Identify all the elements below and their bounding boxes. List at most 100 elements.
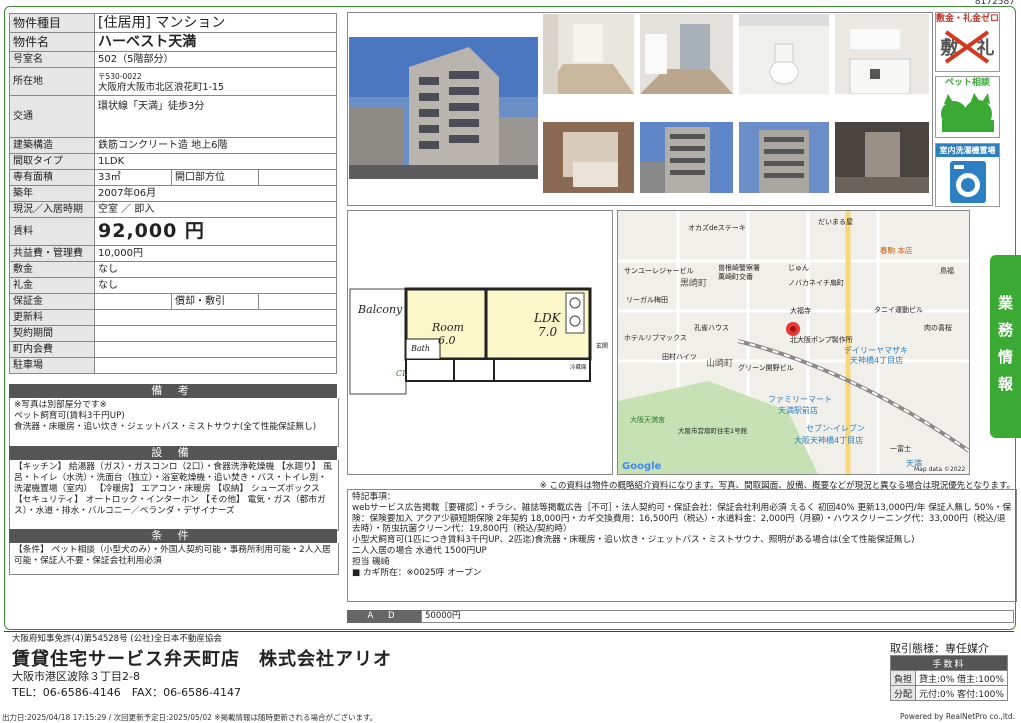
- map-label: 大阪天神橋4丁目店: [794, 436, 864, 445]
- company-contact: TEL：06-6586-4146 FAX：06-6586-4147: [12, 686, 242, 699]
- kitchen-photo[interactable]: [835, 14, 929, 94]
- fee-header: 手数料: [890, 655, 1008, 671]
- trade-form: 取引態様：専任媒介: [890, 642, 989, 655]
- google-logo: Google: [622, 461, 662, 472]
- row-label: 敷金: [9, 261, 95, 278]
- row-label: 保証金: [9, 293, 95, 310]
- fee-key: 負担: [889, 670, 917, 686]
- address: 〒530-0022 大阪府大阪市北区浪花町1-15: [94, 67, 337, 96]
- map-attribution: Map data ©2022: [914, 466, 966, 473]
- map-label: サンユーレジャービル: [624, 267, 694, 275]
- row-label: 駐車場: [9, 357, 95, 374]
- map-label: 孔雀ハウス: [694, 324, 729, 332]
- map-area-label: 黒崎町: [680, 279, 708, 289]
- no-deposit-badge: 敷金・礼金ゼロ 敷・礼: [935, 12, 1000, 72]
- room-label-balcony: Balcony: [358, 303, 403, 316]
- amortization: [258, 293, 337, 310]
- exterior-photo-3[interactable]: [739, 122, 829, 193]
- deposit: なし: [94, 261, 337, 278]
- setsubi-text: 【キッチン】 給湯器（ガス）・ガスコンロ（2口）・食器洗浄乾燥機 【水廻り】 風…: [9, 460, 339, 531]
- map-label: セブン-イレブン: [806, 424, 865, 433]
- no-deposit-icon: 敷・礼: [936, 26, 999, 68]
- tab-char: 情: [997, 348, 1013, 366]
- rent: 92,000 円: [94, 217, 337, 246]
- status: 空室 ／ 即入: [94, 201, 337, 218]
- row-label: 町内会費: [9, 341, 95, 358]
- fee-value: 元付:0% 客付:100%: [915, 685, 1008, 701]
- property-table: 物件種目 [住居用] マンション 物件名 ハーベスト天満 号室名 502（5階部分） …: [9, 13, 337, 374]
- toilet-photo[interactable]: [739, 14, 829, 94]
- map-label: じゅん: [788, 264, 809, 272]
- output-date: 出力日:2025/04/18 17:15:29 / 次回更新予定日:2025/0…: [2, 713, 378, 722]
- room-number: 502（5階部分）: [94, 51, 337, 68]
- key-money: なし: [94, 277, 337, 294]
- floor-area: 33㎡: [94, 169, 172, 186]
- row-label: 物件名: [9, 32, 95, 52]
- room-size-room: 6.0: [438, 334, 456, 347]
- room-label-closet: CL: [396, 369, 408, 378]
- row-label: 物件種目: [9, 13, 95, 33]
- map-label: だいまる屋: [818, 218, 853, 226]
- building-exterior-photo[interactable]: [349, 37, 538, 179]
- floor-plan[interactable]: Balcony Room 6.0 LDK 7.0 Bath CL 玄関 冷蔵庫: [347, 210, 613, 475]
- pet-badge: ペット相談: [935, 76, 1000, 138]
- washing-machine-icon: [950, 161, 986, 203]
- bathroom-photo[interactable]: [543, 122, 634, 193]
- tab-char: 務: [997, 321, 1013, 339]
- badge-label: 敷金・礼金ゼロ: [936, 14, 1000, 24]
- fee-table: 手数料 負担 貸主:0% 借主:100% 分配 元付:0% 客付:100%: [889, 655, 1008, 701]
- business-info-tab[interactable]: 業 務 情 報: [990, 255, 1021, 438]
- row-label: 契約期間: [9, 325, 95, 342]
- row-label: 現況／入居時期: [9, 201, 95, 218]
- fee-value: 貸主:0% 借主:100%: [915, 670, 1008, 686]
- row-label: 交通: [9, 95, 95, 138]
- exterior-photo-2[interactable]: [640, 122, 733, 193]
- property-name: ハーベスト天満: [94, 32, 337, 52]
- map-label: 萬崎町交番: [718, 273, 753, 281]
- room-label-fridge: 冷蔵庫: [570, 365, 587, 371]
- entrance-photo[interactable]: [835, 122, 929, 193]
- opening-direction: [258, 169, 337, 186]
- interior-photo-2[interactable]: [640, 14, 733, 94]
- property-type: [住居用] マンション: [94, 13, 337, 33]
- renewal-fee: [94, 309, 337, 326]
- map-label: オカズdeステーキ: [688, 224, 746, 232]
- interior-photo-1[interactable]: [543, 14, 634, 94]
- tab-char: 業: [997, 294, 1013, 312]
- map-label: タニイ運動ビル: [874, 306, 923, 314]
- row-label: 所在地: [9, 67, 95, 96]
- map-label: 北大阪ポンプ製作所: [790, 336, 853, 344]
- listing-id: 8172587: [974, 0, 1015, 7]
- location-map[interactable]: オカズdeステーキ だいまる屋 春駒 本店 鳥福 曽根崎警察署 萬崎町交番 サン…: [617, 210, 970, 475]
- ad-label: A D: [347, 610, 421, 623]
- map-area-label: 山崎町: [706, 359, 734, 369]
- management-fee: 10,000円: [94, 245, 337, 262]
- biko-text: ※写真は別部屋分です※ ペット飼育可(賃料3千円UP) 食洗器・床暖房・追い炊き…: [9, 398, 339, 447]
- layout-type: 1LDK: [94, 153, 337, 170]
- ad-row: A D 50000円: [347, 610, 1015, 623]
- opening-direction-label: 開口部方位: [171, 169, 259, 186]
- joken-text: 【条件】 ペット相談（小型犬のみ）・外国人契約可能・事務所利用可能・2人入居可能…: [9, 543, 339, 575]
- map-label: 大阪市営扇町住宅1号館: [678, 427, 748, 435]
- powered-by: Powered by RealNetPro co.,ltd.: [900, 712, 1015, 721]
- map-label: 一富士: [890, 445, 911, 453]
- biko-header: 備 考: [9, 384, 337, 398]
- row-label: 更新料: [9, 309, 95, 326]
- row-label: 間取タイプ: [9, 153, 95, 170]
- map-label: ファミリーマート: [768, 395, 832, 404]
- map-label: 大福寺: [790, 307, 811, 315]
- badge-label: 室内洗濯機置場: [936, 144, 999, 157]
- map-label: リーガル梅田: [626, 296, 668, 304]
- community-fee: [94, 341, 337, 358]
- transport: 環状線「天満」徒歩3分: [94, 95, 337, 138]
- room-label-bath: Bath: [411, 344, 431, 353]
- room-label-entrance: 玄関: [596, 343, 609, 350]
- pet-icon: [941, 93, 994, 132]
- map-label: 天満駅前店: [778, 406, 818, 415]
- map-label: 大阪天満宮: [630, 416, 665, 424]
- map-label: 田村ハイツ: [662, 353, 697, 361]
- parking: [94, 357, 337, 374]
- row-label: 号室名: [9, 51, 95, 68]
- address-text: 大阪府大阪市北区浪花町1-15: [98, 81, 225, 93]
- map-label: 春駒 本店: [880, 246, 913, 255]
